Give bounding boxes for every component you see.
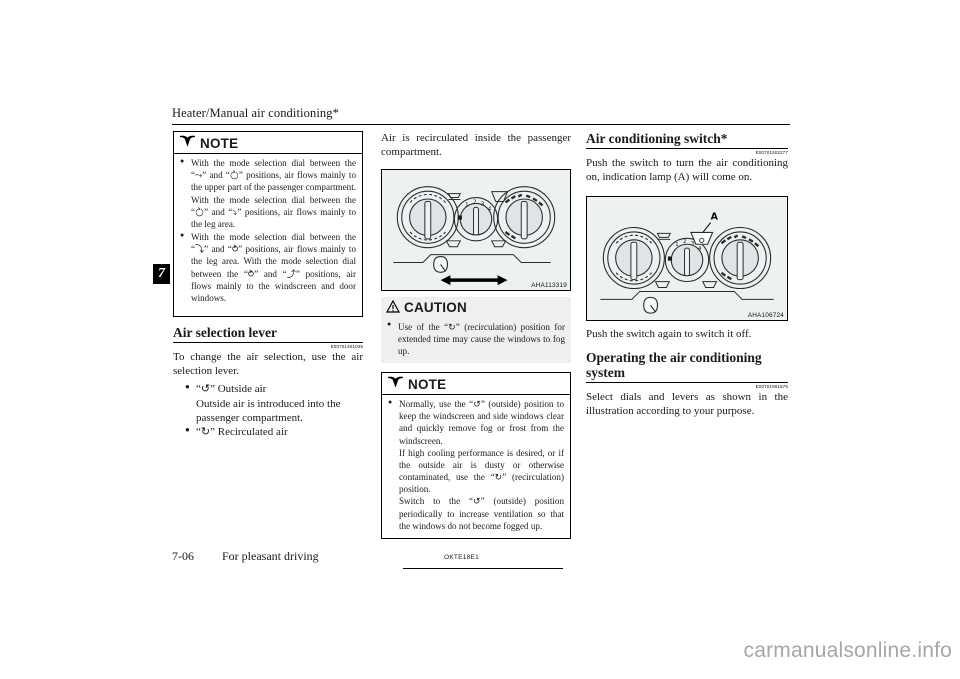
footer-page-number: 7-06 — [172, 549, 194, 563]
air-selection-options-list: “↺” Outside air Outside air is introduce… — [173, 382, 363, 439]
caution-bullet-list: Use of the “↻” (recirculation) position … — [387, 320, 565, 358]
note-bullet-list: Normally, use the “↺” (outside) position… — [388, 398, 564, 532]
caution-box-label: CAUTION — [404, 300, 467, 316]
note-box-body: With the mode selection dial between the… — [174, 154, 362, 310]
section-intro-paragraph: To change the air selection, use the air… — [173, 350, 363, 377]
hvac-panel-diagram: 1 2 3 4 ■ — [393, 185, 556, 285]
svg-text:1: 1 — [465, 202, 469, 208]
note-box-header: NOTE — [382, 373, 570, 396]
page-header-title: Heater/Manual air conditioning* — [172, 106, 339, 120]
option-detail: Outside air is introduced into the passe… — [196, 397, 341, 424]
caution-bullet-text: Use of the “↻” (recirculation) position … — [398, 321, 565, 356]
note-bullet-text: Switch to the “↺” (outside) position per… — [399, 496, 564, 531]
section-heading-ac-switch: Air conditioning switch* — [586, 131, 788, 149]
note-box-body: Normally, use the “↺” (outside) position… — [382, 395, 570, 538]
reference-code: E00701401035 — [330, 343, 363, 349]
column-left: NOTE With the mode selection dial betwee… — [173, 131, 363, 439]
footer-section-name: For pleasant driving — [222, 549, 319, 563]
footer-document-code: OKTE18E1 — [444, 554, 479, 561]
note-bullet-text: With the mode selection dial between the… — [191, 158, 356, 229]
note-box-middle: NOTE Normally, use the “↺” (outside) pos… — [381, 372, 571, 539]
svg-text:3: 3 — [481, 201, 485, 207]
watermark-text: carmanualsonline.info — [743, 639, 952, 662]
svg-text:4: 4 — [698, 246, 702, 252]
note-box-label: NOTE — [408, 376, 447, 392]
svg-text:■: ■ — [457, 215, 462, 221]
figure-code: AHA113319 — [531, 281, 567, 289]
caution-box-header: CAUTION — [381, 297, 571, 318]
figure-hvac-ac-switch: A 1 2 3 4 ■ AHA106724 — [586, 196, 788, 322]
note-box-label: NOTE — [200, 135, 239, 151]
note-bullet-item: Normally, use the “↺” (outside) position… — [388, 398, 564, 532]
svg-text:4: 4 — [488, 206, 492, 212]
caution-bullet-item: Use of the “↻” (recirculation) position … — [387, 320, 565, 358]
header-divider — [172, 124, 790, 125]
section-heading-operating-ac: Operating the air conditioning system — [586, 350, 788, 383]
ac-switch-off-paragraph: Push the switch again to switch it off. — [586, 328, 752, 341]
note-box-left: NOTE With the mode selection dial betwee… — [173, 131, 363, 317]
note-bullet-item: With the mode selection dial between the… — [180, 231, 356, 304]
warning-triangle-icon — [385, 299, 401, 316]
column-middle: Air is recirculated inside the passenger… — [381, 131, 571, 547]
option-label: “↻” Recirculated air — [196, 426, 288, 439]
column-right: Air conditioning switch* E00701502277 Pu… — [586, 131, 788, 422]
book-icon — [387, 376, 404, 392]
note-bullet-text: Normally, use the “↺” (outside) position… — [399, 399, 564, 446]
svg-text:2: 2 — [473, 199, 477, 205]
svg-text:1: 1 — [675, 242, 679, 248]
footer-divider — [403, 568, 563, 569]
ac-switch-paragraph: Push the switch to turn the air conditio… — [586, 156, 788, 183]
svg-text:■: ■ — [667, 256, 672, 262]
note-bullet-item: With the mode selection dial between the… — [180, 156, 356, 230]
figure-hvac-lever: 1 2 3 4 ■ AHA113319 — [381, 168, 571, 291]
note-bullet-text: With the mode selection dial between the… — [191, 232, 356, 303]
list-item: “↺” Outside air Outside air is introduce… — [185, 382, 363, 425]
note-box-header: NOTE — [174, 132, 362, 154]
list-item: “↻” Recirculated air — [185, 425, 363, 439]
caution-box-body: Use of the “↻” (recirculation) position … — [381, 318, 571, 364]
middle-intro-paragraph: Air is recirculated inside the passenger… — [381, 132, 571, 159]
hvac-panel-ac-diagram: A 1 2 3 4 ■ — [600, 212, 774, 314]
callout-label-a: A — [711, 212, 719, 223]
svg-text:3: 3 — [691, 241, 695, 247]
option-label: “↺” Outside air — [196, 383, 267, 396]
reference-code: E00701801576 — [755, 383, 788, 389]
figure-code: AHA106724 — [747, 312, 784, 320]
reference-code: E00701502277 — [755, 149, 788, 155]
note-bullet-list: With the mode selection dial between the… — [180, 156, 356, 304]
section-heading-air-selection-lever: Air selection lever — [173, 325, 363, 343]
svg-text:2: 2 — [683, 239, 686, 245]
note-bullet-text: If high cooling performance is desired, … — [399, 447, 564, 495]
caution-box: CAUTION Use of the “↻” (recirculation) p… — [381, 296, 571, 364]
manual-page: Heater/Manual air conditioning* 7 NOTE W… — [0, 0, 960, 679]
book-icon — [179, 135, 196, 151]
operating-ac-paragraph: Select dials and levers as shown in the … — [586, 390, 788, 418]
chapter-tab-number: 7 — [153, 264, 170, 284]
